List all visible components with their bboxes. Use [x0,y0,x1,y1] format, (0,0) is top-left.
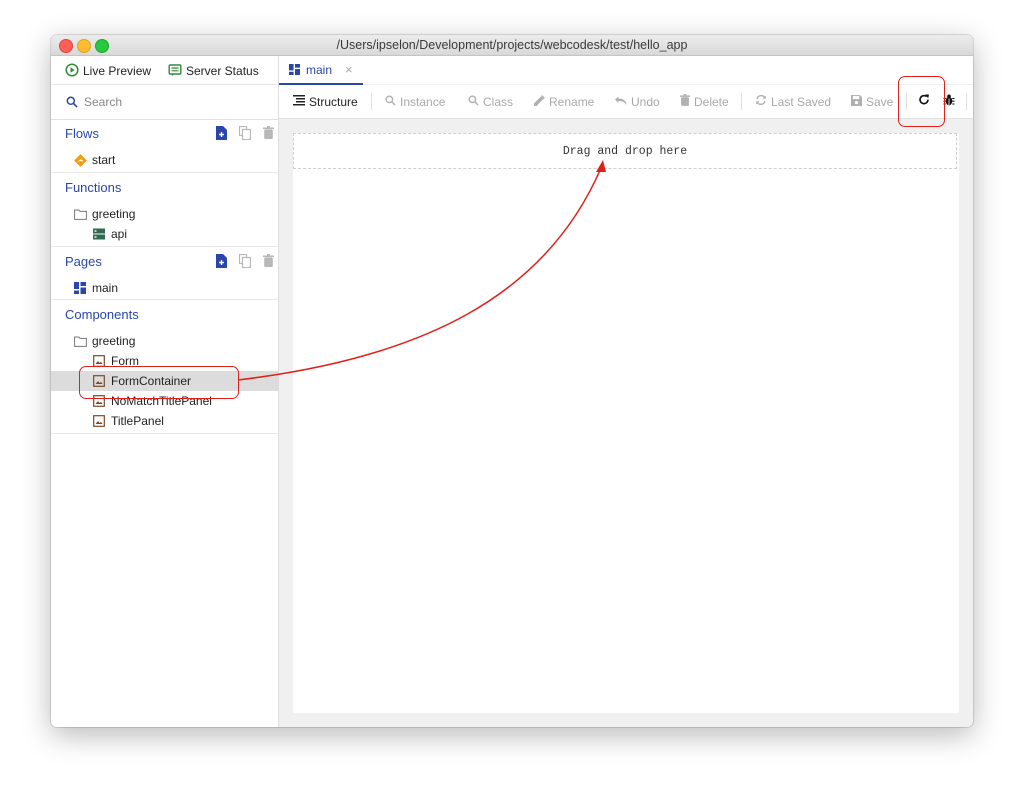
last-saved-label: Last Saved [771,94,832,109]
delete-flow-icon[interactable] [263,126,274,143]
rename-label: Rename [549,94,595,109]
component-icon [92,414,106,428]
flows-section-header: Flows [51,124,278,144]
delete-button[interactable]: Delete [680,93,729,110]
flow-item-start[interactable]: start [51,150,300,170]
search-bar [51,84,278,120]
components-section-header: Components [51,305,278,325]
pages-section-header: Pages [51,252,278,272]
pencil-icon [534,94,545,109]
undo-label: Undo [631,94,660,109]
save-button[interactable]: Save [851,93,893,110]
last-saved-button[interactable]: Last Saved [755,93,831,110]
instance-button[interactable]: Instance [385,93,445,110]
component-item-label: FormContainer [111,374,192,388]
section-divider [51,433,278,434]
bug-icon [943,94,955,109]
toolbar-separator [966,93,967,110]
add-flow-icon[interactable] [215,126,227,143]
sync-icon [755,94,767,109]
toolbar-separator [741,93,742,110]
toolbar-separator [371,93,372,110]
save-label: Save [866,94,894,109]
tab-close-icon[interactable]: × [345,62,353,77]
debug-button[interactable] [943,93,955,110]
component-icon [92,354,106,368]
window-title: /Users/ipselon/Development/projects/webc… [336,38,688,52]
flow-icon [73,153,87,167]
search-icon [385,95,396,109]
folder-icon [73,334,87,348]
drop-zone-text: Drag and drop here [562,144,688,158]
undo-icon [614,95,627,109]
server-status-label: Server Status [186,64,259,78]
search-icon [468,95,479,109]
undo-button[interactable]: Undo [614,93,660,110]
editor-tab-bar: main × [279,56,973,85]
structure-button[interactable]: Structure [293,93,358,110]
flows-title: Flows [65,126,99,141]
page-canvas: Drag and drop here [293,133,959,713]
pages-title: Pages [65,254,102,269]
section-divider [51,246,278,247]
section-divider [51,172,278,173]
toolbar-separator [906,93,907,110]
copy-flow-icon[interactable] [238,125,252,143]
trash-icon [680,94,690,109]
structure-icon [293,94,305,109]
refresh-icon [918,94,930,109]
page-item-main[interactable]: main [51,278,300,298]
components-folder-greeting[interactable]: greeting [51,331,300,351]
functions-folder-greeting[interactable]: greeting [51,204,300,224]
function-icon [92,227,106,241]
page-grid-icon [73,281,87,295]
components-title: Components [65,307,139,322]
delete-page-icon[interactable] [263,254,274,271]
drop-zone[interactable]: Drag and drop here [293,133,957,169]
tab-main[interactable]: main × [279,56,363,85]
live-preview-button[interactable]: Live Preview [65,62,151,80]
functions-title: Functions [65,180,122,195]
page-item-label: main [92,281,119,295]
component-icon [92,374,106,388]
refresh-button[interactable] [918,93,930,110]
search-icon [66,96,78,108]
sidebar: Live Preview Server Status Flows s [51,56,319,727]
function-item-label: api [111,227,128,241]
component-item-label: TitlePanel [111,414,164,428]
search-input[interactable] [82,94,266,110]
component-icon [92,394,106,408]
message-icon [168,63,182,80]
class-button[interactable]: Class [468,93,513,110]
page-canvas-area: Drag and drop here [279,119,973,727]
server-status-button[interactable]: Server Status [168,62,259,80]
folder-icon [73,207,87,221]
component-item-label: NoMatchTitlePanel [111,394,212,408]
component-item-label: Form [111,354,139,368]
functions-section-header: Functions [51,178,278,198]
folder-label: greeting [92,334,136,348]
app-window: /Users/ipselon/Development/projects/webc… [51,35,973,727]
tab-label: main [306,62,333,77]
class-label: Class [483,94,514,109]
title-bar: /Users/ipselon/Development/projects/webc… [51,35,973,56]
copy-page-icon[interactable] [238,253,252,271]
folder-label: greeting [92,207,136,221]
instance-label: Instance [400,94,446,109]
floppy-icon [851,94,862,109]
rename-button[interactable]: Rename [534,93,594,110]
flow-item-label: start [92,153,116,167]
play-circle-icon [65,62,79,80]
structure-label: Structure [309,94,358,109]
section-divider [51,299,278,300]
add-page-icon[interactable] [215,254,227,271]
editor-toolbar: Structure Instance Class Rename Undo Del… [279,85,973,119]
live-preview-label: Live Preview [83,64,152,78]
page-grid-icon [289,64,300,75]
delete-label: Delete [694,94,729,109]
